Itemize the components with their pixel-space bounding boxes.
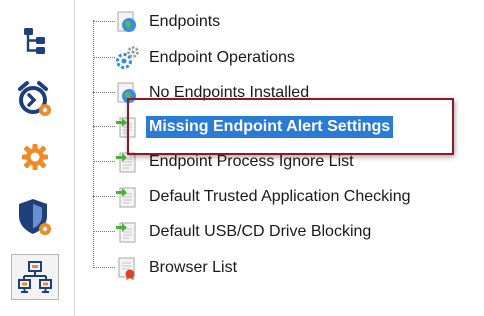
schedule-settings-button[interactable]	[14, 78, 56, 120]
document-badge-icon	[118, 257, 135, 280]
document-arrow-icon	[116, 187, 136, 208]
tree-item-default-usb-cd-drive-blocking[interactable]: Default USB/CD Drive Blocking	[93, 218, 473, 246]
tree-item-browser-list[interactable]: Browser List	[93, 254, 473, 282]
tree-item-missing-endpoint-alert-settings[interactable]: Missing Endpoint Alert Settings	[93, 113, 473, 141]
panel-divider	[74, 0, 75, 316]
document-arrow-icon	[116, 222, 136, 243]
settings-button[interactable]	[14, 136, 56, 178]
left-toolbar	[0, 0, 74, 316]
hierarchy-tree-icon	[24, 28, 45, 54]
tree-item-no-endpoints-installed[interactable]: No Endpoints Installed	[93, 79, 473, 107]
tree-item-endpoint-operations[interactable]: Endpoint Operations	[93, 44, 473, 72]
alarm-clock-settings-icon	[18, 81, 51, 116]
tree-item-endpoints[interactable]: Endpoints	[93, 8, 473, 36]
security-shield-settings-icon	[19, 199, 51, 235]
security-settings-button[interactable]	[14, 196, 56, 238]
document-arrow-icon	[116, 152, 136, 173]
endpoints-button[interactable]	[11, 254, 59, 300]
tree-view: Endpoints Endpoint Operations No Endpoin…	[88, 0, 484, 316]
settings-gear-icon	[22, 144, 48, 170]
globe-document-icon	[117, 11, 136, 32]
globe-document-icon	[117, 82, 136, 103]
document-arrow-icon	[116, 117, 136, 138]
hierarchy-tree-button[interactable]	[14, 20, 56, 62]
tree-item-default-trusted-application-checking[interactable]: Default Trusted Application Checking	[93, 183, 473, 211]
gears-icon	[116, 46, 139, 69]
network-computers-icon	[18, 261, 52, 293]
tree-item-endpoint-process-ignore-list[interactable]: Endpoint Process Ignore List	[93, 148, 473, 176]
